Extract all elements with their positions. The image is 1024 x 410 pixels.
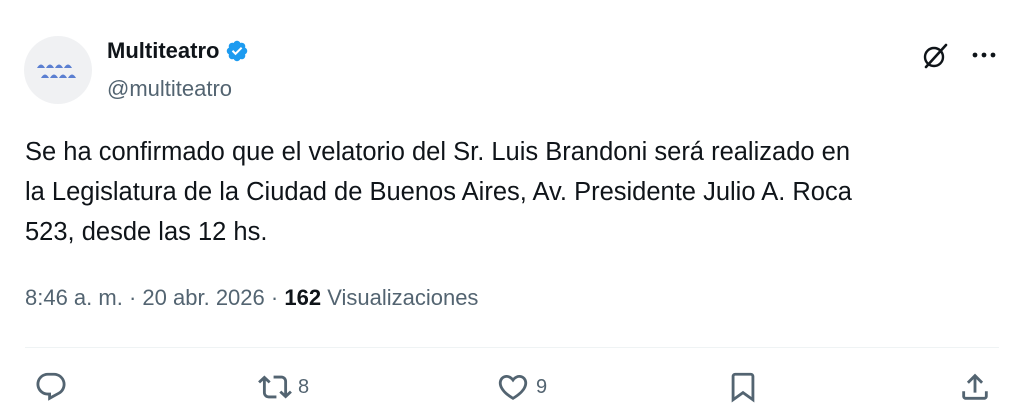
divider [25,347,999,348]
reply-button[interactable] [34,370,68,404]
tweet-text: Se ha confirmado que el velatorio del Sr… [25,138,852,246]
avatar[interactable] [24,36,92,104]
tweet-card: Multiteatro @multiteatro Se ha confirmad… [0,0,1024,410]
author-name-text[interactable]: Multiteatro [107,38,219,64]
tweet-date[interactable]: 20 abr. 2026 [142,285,264,310]
author-name[interactable]: Multiteatro [107,38,249,64]
views-label[interactable]: Visualizaciones [327,285,478,310]
tweet-meta: 8:46 a. m. · 20 abr. 2026 · 162 Visualiz… [25,285,478,311]
bookmark-button[interactable] [726,370,760,404]
repost-button[interactable]: 8 [258,370,309,404]
verified-badge-icon[interactable] [225,39,249,63]
grok-icon[interactable] [919,40,951,72]
heart-icon [498,374,528,400]
author-handle[interactable]: @multiteatro [107,76,232,102]
like-button[interactable]: 9 [496,370,547,404]
more-options-icon[interactable] [968,40,1000,72]
meta-separator: · [128,285,137,310]
like-count: 9 [536,375,548,398]
meta-separator: · [270,285,279,310]
share-button[interactable] [958,370,992,404]
bookmark-icon [731,372,755,403]
tweet-time[interactable]: 8:46 a. m. [25,285,123,310]
reply-icon [36,372,66,401]
share-icon [962,373,988,400]
repost-count: 8 [298,375,310,398]
repost-icon [258,375,292,399]
views-count[interactable]: 162 [284,285,321,310]
multiteatro-logo [37,64,76,78]
